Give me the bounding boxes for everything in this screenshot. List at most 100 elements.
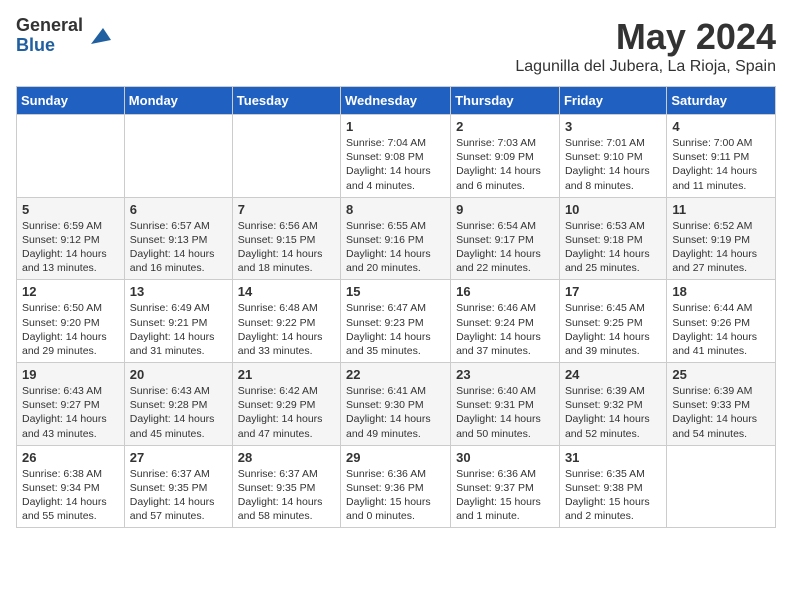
calendar-week-row: 1 Sunrise: 7:04 AMSunset: 9:08 PMDaylight… (17, 115, 776, 198)
day-info: Sunrise: 6:48 AMSunset: 9:22 PMDaylight:… (238, 301, 335, 358)
calendar-cell: 7Sunrise: 6:56 AMSunset: 9:15 PMDaylight… (232, 197, 340, 280)
day-number: 15 (346, 284, 445, 299)
day-info: Sunrise: 6:49 AMSunset: 9:21 PMDaylight:… (130, 301, 227, 358)
day-info: Sunrise: 6:41 AMSunset: 9:30 PMDaylight:… (346, 384, 445, 441)
day-info: Sunrise: 7:04 AMSunset: 9:08 PMDaylight:… (346, 136, 445, 193)
calendar-cell: 4 Sunrise: 7:00 AMSunset: 9:11 PMDaylight… (667, 115, 776, 198)
calendar-week-row: 26Sunrise: 6:38 AMSunset: 9:34 PMDayligh… (17, 445, 776, 528)
calendar-cell: 19 Sunrise: 6:43 AMSunset: 9:27 PMDayligh… (17, 363, 125, 446)
day-info: Sunrise: 6:39 AMSunset: 9:32 PMDaylight:… (565, 384, 661, 441)
day-info: Sunrise: 6:35 AMSunset: 9:38 PMDaylight:… (565, 467, 661, 524)
calendar-week-row: 19 Sunrise: 6:43 AMSunset: 9:27 PMDayligh… (17, 363, 776, 446)
header-wednesday: Wednesday (341, 87, 451, 115)
calendar-cell: 26Sunrise: 6:38 AMSunset: 9:34 PMDayligh… (17, 445, 125, 528)
day-number: 26 (22, 450, 119, 465)
calendar-cell: 2 Sunrise: 7:03 AMSunset: 9:09 PMDaylight… (451, 115, 560, 198)
day-number: 25 (672, 367, 770, 382)
day-info: Sunrise: 6:37 AMSunset: 9:35 PMDaylight:… (238, 467, 335, 524)
day-info: Sunrise: 6:46 AMSunset: 9:24 PMDaylight:… (456, 301, 554, 358)
day-number: 23 (456, 367, 554, 382)
day-info: Sunrise: 7:03 AMSunset: 9:09 PMDaylight:… (456, 136, 554, 193)
day-number: 21 (238, 367, 335, 382)
logo-icon (87, 24, 111, 48)
day-number: 2 (456, 119, 554, 134)
day-info: Sunrise: 6:57 AMSunset: 9:13 PMDaylight:… (130, 219, 227, 276)
calendar-cell: 9 Sunrise: 6:54 AMSunset: 9:17 PMDaylight… (451, 197, 560, 280)
logo-text: General Blue (16, 16, 83, 56)
calendar-cell: 31 Sunrise: 6:35 AMSunset: 9:38 PMDayligh… (559, 445, 666, 528)
day-number: 29 (346, 450, 445, 465)
calendar-cell: 20Sunrise: 6:43 AMSunset: 9:28 PMDayligh… (124, 363, 232, 446)
calendar-header-row: SundayMondayTuesdayWednesdayThursdayFrid… (17, 87, 776, 115)
calendar-cell: 23 Sunrise: 6:40 AMSunset: 9:31 PMDayligh… (451, 363, 560, 446)
day-info: Sunrise: 6:52 AMSunset: 9:19 PMDaylight:… (672, 219, 770, 276)
day-info: Sunrise: 6:54 AMSunset: 9:17 PMDaylight:… (456, 219, 554, 276)
day-number: 6 (130, 202, 227, 217)
calendar-cell: 27Sunrise: 6:37 AMSunset: 9:35 PMDayligh… (124, 445, 232, 528)
calendar-week-row: 5 Sunrise: 6:59 AMSunset: 9:12 PMDaylight… (17, 197, 776, 280)
logo-blue: Blue (16, 36, 83, 56)
day-number: 4 (672, 119, 770, 134)
calendar-cell: 29 Sunrise: 6:36 AMSunset: 9:36 PMDayligh… (341, 445, 451, 528)
day-info: Sunrise: 6:36 AMSunset: 9:37 PMDaylight:… (456, 467, 554, 524)
calendar-cell: 15Sunrise: 6:47 AMSunset: 9:23 PMDayligh… (341, 280, 451, 363)
header-friday: Friday (559, 87, 666, 115)
header-saturday: Saturday (667, 87, 776, 115)
day-info: Sunrise: 6:55 AMSunset: 9:16 PMDaylight:… (346, 219, 445, 276)
day-number: 12 (22, 284, 119, 299)
day-number: 16 (456, 284, 554, 299)
day-number: 1 (346, 119, 445, 134)
calendar-cell (17, 115, 125, 198)
day-info: Sunrise: 6:37 AMSunset: 9:35 PMDaylight:… (130, 467, 227, 524)
day-info: Sunrise: 6:56 AMSunset: 9:15 PMDaylight:… (238, 219, 335, 276)
logo: General Blue (16, 16, 111, 56)
calendar-cell (124, 115, 232, 198)
day-number: 8 (346, 202, 445, 217)
day-info: Sunrise: 6:40 AMSunset: 9:31 PMDaylight:… (456, 384, 554, 441)
day-number: 22 (346, 367, 445, 382)
logo-general: General (16, 16, 83, 36)
calendar-cell: 10Sunrise: 6:53 AMSunset: 9:18 PMDayligh… (559, 197, 666, 280)
month-title: May 2024 (515, 16, 776, 58)
day-number: 13 (130, 284, 227, 299)
calendar-cell: 12 Sunrise: 6:50 AMSunset: 9:20 PMDayligh… (17, 280, 125, 363)
day-number: 14 (238, 284, 335, 299)
day-number: 10 (565, 202, 661, 217)
calendar-cell: 18 Sunrise: 6:44 AMSunset: 9:26 PMDayligh… (667, 280, 776, 363)
header-thursday: Thursday (451, 87, 560, 115)
calendar-cell: 17 Sunrise: 6:45 AMSunset: 9:25 PMDayligh… (559, 280, 666, 363)
day-number: 9 (456, 202, 554, 217)
day-number: 28 (238, 450, 335, 465)
title-section: May 2024 Lagunilla del Jubera, La Rioja,… (515, 16, 776, 76)
day-info: Sunrise: 6:36 AMSunset: 9:36 PMDaylight:… (346, 467, 445, 524)
calendar-cell: 6 Sunrise: 6:57 AMSunset: 9:13 PMDaylight… (124, 197, 232, 280)
day-number: 20 (130, 367, 227, 382)
calendar-cell: 14 Sunrise: 6:48 AMSunset: 9:22 PMDayligh… (232, 280, 340, 363)
calendar-cell: 28 Sunrise: 6:37 AMSunset: 9:35 PMDayligh… (232, 445, 340, 528)
day-number: 19 (22, 367, 119, 382)
day-number: 5 (22, 202, 119, 217)
day-number: 17 (565, 284, 661, 299)
day-info: Sunrise: 7:00 AMSunset: 9:11 PMDaylight:… (672, 136, 770, 193)
calendar-cell: 3Sunrise: 7:01 AMSunset: 9:10 PMDaylight… (559, 115, 666, 198)
day-number: 31 (565, 450, 661, 465)
day-info: Sunrise: 6:45 AMSunset: 9:25 PMDaylight:… (565, 301, 661, 358)
day-info: Sunrise: 6:44 AMSunset: 9:26 PMDaylight:… (672, 301, 770, 358)
page-header: General Blue May 2024 Lagunilla del Jube… (16, 16, 776, 76)
calendar-week-row: 12 Sunrise: 6:50 AMSunset: 9:20 PMDayligh… (17, 280, 776, 363)
day-number: 30 (456, 450, 554, 465)
day-info: Sunrise: 6:43 AMSunset: 9:27 PMDaylight:… (22, 384, 119, 441)
day-number: 24 (565, 367, 661, 382)
day-info: Sunrise: 6:59 AMSunset: 9:12 PMDaylight:… (22, 219, 119, 276)
calendar-cell: 11Sunrise: 6:52 AMSunset: 9:19 PMDayligh… (667, 197, 776, 280)
day-info: Sunrise: 6:50 AMSunset: 9:20 PMDaylight:… (22, 301, 119, 358)
calendar-cell (667, 445, 776, 528)
calendar-table: SundayMondayTuesdayWednesdayThursdayFrid… (16, 86, 776, 528)
calendar-cell: 1 Sunrise: 7:04 AMSunset: 9:08 PMDaylight… (341, 115, 451, 198)
calendar-cell: 16 Sunrise: 6:46 AMSunset: 9:24 PMDayligh… (451, 280, 560, 363)
day-number: 18 (672, 284, 770, 299)
calendar-cell: 24 Sunrise: 6:39 AMSunset: 9:32 PMDayligh… (559, 363, 666, 446)
header-monday: Monday (124, 87, 232, 115)
calendar-cell: 13 Sunrise: 6:49 AMSunset: 9:21 PMDayligh… (124, 280, 232, 363)
calendar-cell (232, 115, 340, 198)
